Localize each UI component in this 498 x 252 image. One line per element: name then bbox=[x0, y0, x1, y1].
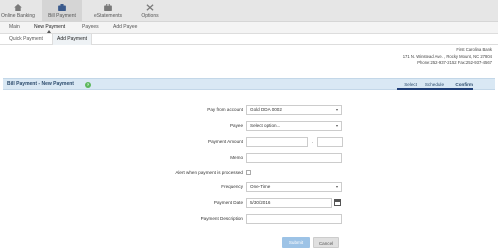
nav-online-banking-label: Online Banking bbox=[1, 12, 35, 19]
pay-from-select[interactable]: Gold DDA 0002 bbox=[246, 105, 342, 115]
nav-estatements[interactable]: eStatements bbox=[88, 0, 128, 22]
sub-navigation: Main New Payment Payees Add Payee bbox=[0, 22, 498, 34]
payment-description-label: Payment Description bbox=[200, 216, 243, 221]
nav-online-banking[interactable]: Online Banking bbox=[0, 0, 36, 22]
amount-separator: . bbox=[312, 139, 314, 145]
payment-amount-label: Payment Amount bbox=[208, 139, 243, 144]
tools-icon bbox=[146, 3, 154, 11]
alert-checkbox[interactable] bbox=[246, 170, 251, 175]
payment-amount-row: Payment Amount . bbox=[0, 137, 498, 147]
bank-phone: Phone:252-937-2152 Fax:252-937-4567 bbox=[417, 60, 492, 65]
payment-description-row: Payment Description bbox=[0, 214, 498, 224]
subnav-add-payee[interactable]: Add Payee bbox=[113, 22, 137, 33]
alert-label: Alert when payment is processed bbox=[175, 170, 243, 175]
payment-description-input[interactable] bbox=[246, 214, 342, 224]
bill-payment-icon bbox=[58, 3, 66, 11]
payment-type-tabs: Quick Payment Add Payment bbox=[0, 34, 498, 45]
tab-quick-payment[interactable]: Quick Payment bbox=[5, 34, 47, 45]
payment-date-row: Payment Date 5/30/2016 bbox=[0, 198, 498, 208]
subnav-main[interactable]: Main bbox=[9, 22, 20, 33]
section-title: Bill Payment - New Payment bbox=[7, 81, 74, 87]
subnav-payees[interactable]: Payees bbox=[82, 22, 99, 33]
pay-from-label: Pay from account bbox=[207, 107, 243, 112]
amount-dollars-input[interactable] bbox=[246, 137, 308, 147]
payee-row: Payee Select option... bbox=[0, 121, 498, 131]
memo-input[interactable] bbox=[246, 153, 342, 163]
nav-estatements-label: eStatements bbox=[93, 12, 123, 19]
frequency-label: Frequency bbox=[221, 184, 243, 189]
tab-add-payment[interactable]: Add Payment bbox=[52, 34, 93, 45]
bank-info: First Carolina Bank 171 N. Winstead Ave.… bbox=[403, 47, 492, 67]
cancel-button[interactable]: Cancel bbox=[313, 237, 339, 248]
memo-row: Memo bbox=[0, 153, 498, 163]
active-tab-caret bbox=[47, 30, 51, 33]
calendar-icon[interactable] bbox=[334, 199, 341, 206]
pay-from-row: Pay from account Gold DDA 0002 bbox=[0, 105, 498, 115]
payment-date-input[interactable]: 5/30/2016 bbox=[246, 198, 332, 208]
nav-options[interactable]: Options bbox=[134, 0, 166, 22]
nav-bill-payment[interactable]: Bill Payment bbox=[42, 0, 82, 22]
section-header: Bill Payment - New Payment ? Select Sche… bbox=[3, 78, 495, 90]
nav-bill-payment-label: Bill Payment bbox=[48, 12, 76, 19]
payment-date-label: Payment Date bbox=[213, 200, 243, 205]
alert-row: Alert when payment is processed bbox=[0, 168, 498, 178]
amount-cents-input[interactable] bbox=[317, 137, 343, 147]
memo-label: Memo bbox=[230, 155, 243, 160]
briefcase-icon bbox=[104, 3, 112, 11]
home-icon bbox=[14, 3, 22, 11]
step-progress-underline bbox=[397, 88, 473, 90]
help-icon[interactable]: ? bbox=[85, 81, 91, 88]
frequency-select[interactable]: One-Time bbox=[246, 182, 342, 192]
payee-select[interactable]: Select option... bbox=[246, 121, 342, 131]
payee-label: Payee bbox=[229, 123, 243, 128]
nav-options-label: Options bbox=[141, 12, 159, 19]
frequency-row: Frequency One-Time bbox=[0, 182, 498, 192]
submit-button[interactable]: Submit bbox=[282, 237, 310, 248]
top-navigation: Online Banking Bill Payment eStatements … bbox=[0, 0, 498, 22]
